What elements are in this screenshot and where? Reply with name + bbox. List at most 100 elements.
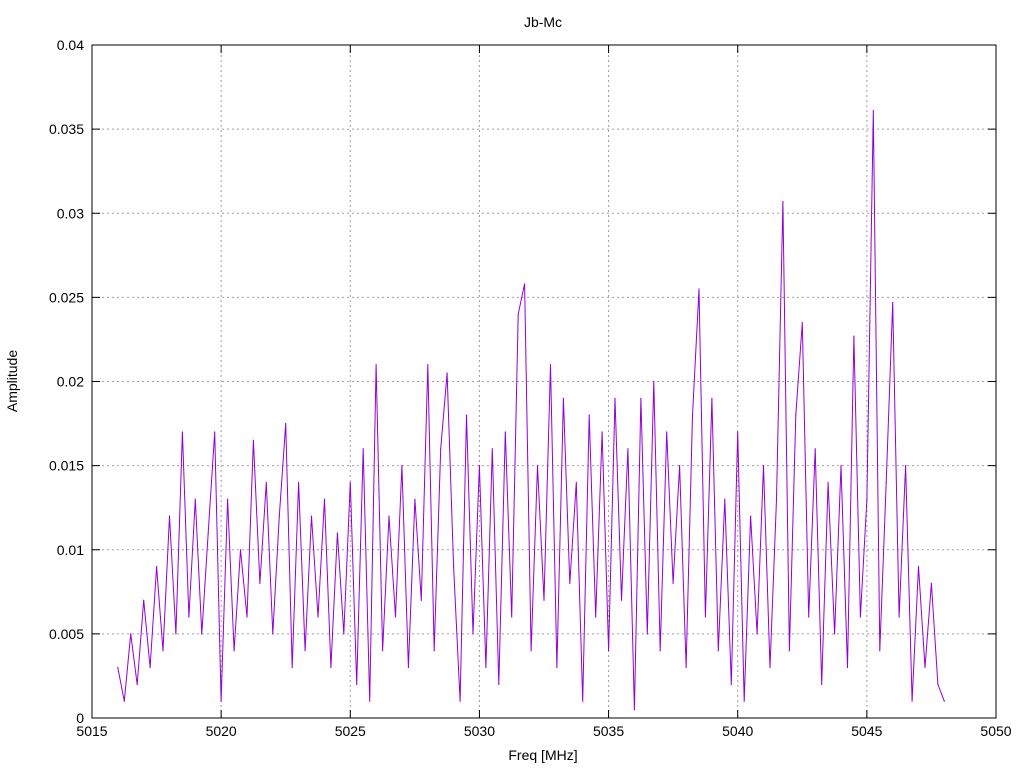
chart: Jb-Mc Freq [MHz] Amplitude 5015 5020 5025 5… [4,14,1012,763]
data-point [504,431,506,433]
data-point [530,650,532,652]
data-point [549,364,552,366]
x-tick-label: 5040 [722,723,753,739]
data-point [440,448,442,450]
x-axis-label: Freq [MHz] [508,747,577,763]
data-point [911,700,913,702]
data-point [162,650,164,652]
data-point [136,683,138,685]
data-point [310,515,313,517]
y-tick-label: 0.03 [57,205,84,221]
data-point [659,650,661,652]
data-point [117,666,119,669]
data-point [246,616,248,618]
data-point [943,700,945,702]
data-point [491,448,493,450]
data-point [775,498,778,500]
series-line [117,110,945,710]
data-point [666,431,668,433]
data-point [724,498,726,500]
data-point [633,708,636,711]
data-point [272,633,274,635]
data-point [220,700,222,702]
data-point [711,397,713,399]
data-point [866,498,868,500]
x-tick-label: 5025 [335,723,366,739]
data-point [369,700,371,702]
data-point [381,650,384,652]
data-point [265,481,267,484]
data-point [123,700,125,702]
data-point [569,582,571,585]
data-point [291,666,293,669]
data-point [285,422,287,425]
x-tick-label: 5035 [593,723,624,739]
data-point [517,313,519,315]
data-point [143,599,145,601]
data-point [233,650,235,652]
data-point [879,650,881,652]
data-point [155,565,158,568]
data-point [672,582,674,585]
data-point [704,616,707,618]
data-point [149,666,151,669]
data-point [168,515,171,517]
data-point [595,616,597,618]
y-tick-label: 0.04 [57,37,84,53]
data-point [511,616,513,618]
data-point [330,666,332,669]
data-point [827,481,829,484]
data-point [323,498,326,500]
data-point [427,364,429,366]
data-point [433,650,435,652]
data-point [536,465,539,467]
data-point [194,498,196,500]
data-point [679,465,681,467]
data-point [362,448,364,450]
chart-title: Jb-Mc [524,14,562,30]
data-point [627,448,629,450]
data-point [401,465,403,467]
data-point [840,465,842,467]
data-point [614,397,616,399]
data-point [795,414,797,416]
data-point [872,110,874,112]
data-point [130,633,132,635]
data-point [788,650,790,652]
x-tick-label: 5045 [851,723,882,739]
data-point [498,683,500,685]
data-point [846,666,849,669]
data-point [556,666,558,669]
data-point [465,414,468,416]
data-point [607,650,610,652]
data-point [582,700,584,702]
data-point [814,448,816,450]
data-point [388,515,390,517]
data-point [717,650,719,652]
data-point [821,683,823,685]
data-point [808,616,810,618]
data-point [762,465,765,467]
y-tick-label: 0.01 [57,542,84,558]
data-point [201,633,203,635]
data-point [175,633,177,635]
data-point [343,633,345,635]
data-point [801,322,803,324]
data-point [588,414,590,416]
data-point [756,633,758,635]
data-point [336,532,338,534]
data-point [620,599,623,601]
data-point [375,364,377,366]
data-point [394,616,397,618]
data-point [640,397,642,399]
data-point [562,397,564,399]
y-tick-label: 0.005 [49,626,84,642]
data-point [317,616,319,618]
data-point [349,481,351,484]
data-point [892,301,894,304]
data-point [924,666,926,669]
x-tick-label: 5050 [980,723,1011,739]
data-point [853,335,855,337]
y-tick-label: 0.025 [49,289,84,305]
data-point [259,582,261,585]
